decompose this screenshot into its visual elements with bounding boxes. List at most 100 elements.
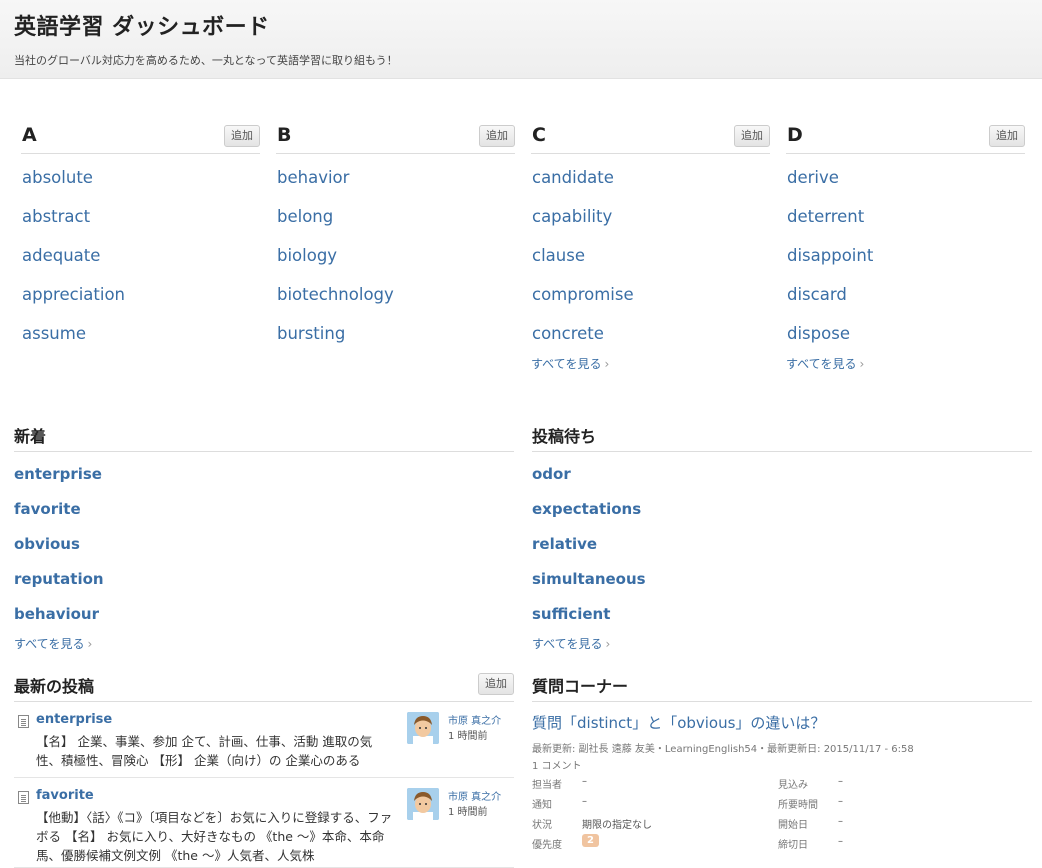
chevron-right-icon: › [87, 637, 93, 651]
avatar[interactable] [407, 788, 439, 820]
question-meta: 最新更新: 副社長 遠藤 友美・LearningEnglish54・最新更新日:… [532, 744, 914, 755]
start-date-value: – [838, 816, 843, 827]
status-label: 状況 [532, 820, 552, 831]
section-title: 投稿待ち [532, 427, 597, 446]
pending-item-link[interactable]: odor [532, 465, 571, 483]
pending-item-link[interactable]: sufficient [532, 605, 610, 623]
page-subtitle: 当社のグローバル対応力を高めるため、一丸となって英語学習に取り組もう！ [14, 54, 398, 67]
add-button[interactable]: 追加 [734, 125, 770, 147]
see-all-link[interactable]: すべてを見る › [14, 635, 92, 652]
column-header: C 追加 [531, 120, 770, 154]
chevron-right-icon: › [604, 357, 610, 371]
word-link[interactable]: biology [276, 246, 337, 265]
word-link[interactable]: dispose [786, 324, 850, 343]
post-author-link[interactable]: 市原 真之介 [448, 712, 501, 727]
word-link[interactable]: abstract [21, 207, 90, 226]
document-icon [18, 791, 29, 804]
column-c: C 追加 candidate capability clause comprom… [531, 120, 770, 372]
word-link[interactable]: disappoint [786, 246, 873, 265]
word-list: absolute abstract adequate appreciation … [21, 154, 260, 353]
word-link[interactable]: deterrent [786, 207, 864, 226]
notify-value: – [582, 796, 587, 807]
priority-label: 優先度 [532, 840, 562, 851]
word-list: behavior belong biology biotechnology bu… [276, 154, 515, 353]
column-letter: B [277, 124, 292, 146]
section-title: 新着 [14, 427, 47, 446]
estimate-label: 見込み [778, 780, 808, 791]
duration-value: – [838, 796, 843, 807]
document-icon [18, 715, 29, 728]
post-time: 1 時間前 [448, 731, 488, 742]
word-link[interactable]: assume [21, 324, 86, 343]
pending-list: odor expectations relative simultaneous … [532, 452, 1032, 631]
start-date-label: 開始日 [778, 820, 808, 831]
assignee-label: 担当者 [532, 780, 562, 791]
column-letter: C [532, 124, 546, 146]
post-body: 【他動】〈話〉《コ》〔項目などを〕お気に入りに登録する、ファボる 【名】 お気に… [36, 810, 393, 863]
word-list: derive deterrent disappoint discard disp… [786, 154, 1025, 353]
pending-item-link[interactable]: simultaneous [532, 570, 646, 588]
word-link[interactable]: biotechnology [276, 285, 394, 304]
avatar[interactable] [407, 712, 439, 744]
column-header: D 追加 [786, 120, 1025, 154]
due-date-label: 締切日 [778, 840, 808, 851]
see-all-link[interactable]: すべてを見る › [532, 635, 610, 652]
column-b: B 追加 behavior belong biology biotechnolo… [276, 120, 515, 353]
see-all-link[interactable]: すべてを見る › [786, 355, 864, 372]
word-link[interactable]: compromise [531, 285, 634, 304]
new-item-link[interactable]: reputation [14, 570, 104, 588]
questions-section: 質問コーナー 質問「distinct」と「obvious」の違いは？ 最新更新:… [532, 670, 1032, 856]
word-link[interactable]: clause [531, 246, 585, 265]
latest-posts-section: 最新の投稿 追加 enterprise 【名】 企業、事業、参加 企て、計画、仕… [14, 670, 514, 868]
word-link[interactable]: discard [786, 285, 847, 304]
word-link[interactable]: belong [276, 207, 333, 226]
word-link[interactable]: behavior [276, 168, 349, 187]
new-list: enterprise favorite obvious reputation b… [14, 452, 514, 631]
pending-item-link[interactable]: expectations [532, 500, 641, 518]
chevron-right-icon: › [605, 637, 611, 651]
see-all-label: すべてを見る [14, 637, 85, 651]
post-author-link[interactable]: 市原 真之介 [448, 788, 501, 803]
new-item-link[interactable]: behaviour [14, 605, 99, 623]
pending-item-link[interactable]: relative [532, 535, 597, 553]
section-title: 質問コーナー [532, 677, 629, 696]
column-d: D 追加 derive deterrent disappoint discard… [786, 120, 1025, 372]
see-all-label: すべてを見る [531, 357, 602, 371]
new-item-link[interactable]: enterprise [14, 465, 102, 483]
add-button[interactable]: 追加 [989, 125, 1025, 147]
question-title-link[interactable]: 質問「distinct」と「obvious」の違いは？ [532, 712, 1032, 733]
post-time: 1 時間前 [448, 807, 488, 818]
post-body: 【名】 企業、事業、参加 企て、計画、仕事、活動 進取の気性、積極性、冒険心 【… [36, 734, 373, 768]
word-link[interactable]: candidate [531, 168, 614, 187]
column-a: A 追加 absolute abstract adequate apprecia… [21, 120, 260, 353]
section-title: 最新の投稿 [14, 677, 95, 696]
word-link[interactable]: bursting [276, 324, 345, 343]
chevron-right-icon: › [859, 357, 865, 371]
status-value: 期限の指定なし [582, 820, 652, 831]
word-link[interactable]: adequate [21, 246, 100, 265]
column-header: A 追加 [21, 120, 260, 154]
add-button[interactable]: 追加 [224, 125, 260, 147]
post-item: favorite 【他動】〈話〉《コ》〔項目などを〕お気に入りに登録する、ファボ… [14, 778, 514, 868]
column-letter: D [787, 124, 803, 146]
column-letter: A [22, 124, 37, 146]
post-title-link[interactable]: enterprise [36, 712, 112, 727]
word-link[interactable]: derive [786, 168, 839, 187]
see-all-label: すべてを見る [532, 637, 603, 651]
section-header: 新着 [14, 420, 514, 452]
add-button[interactable]: 追加 [479, 125, 515, 147]
word-link[interactable]: concrete [531, 324, 604, 343]
word-link[interactable]: capability [531, 207, 612, 226]
word-link[interactable]: absolute [21, 168, 93, 187]
section-header: 投稿待ち [532, 420, 1032, 452]
new-item-link[interactable]: obvious [14, 535, 80, 553]
assignee-value: – [582, 776, 587, 787]
add-post-button[interactable]: 追加 [478, 673, 514, 695]
see-all-link[interactable]: すべてを見る › [531, 355, 609, 372]
new-section: 新着 enterprise favorite obvious reputatio… [14, 420, 514, 652]
new-item-link[interactable]: favorite [14, 500, 81, 518]
post-title-link[interactable]: favorite [36, 788, 94, 803]
word-link[interactable]: appreciation [21, 285, 125, 304]
section-header: 質問コーナー [532, 670, 1032, 702]
notify-label: 通知 [532, 800, 552, 811]
